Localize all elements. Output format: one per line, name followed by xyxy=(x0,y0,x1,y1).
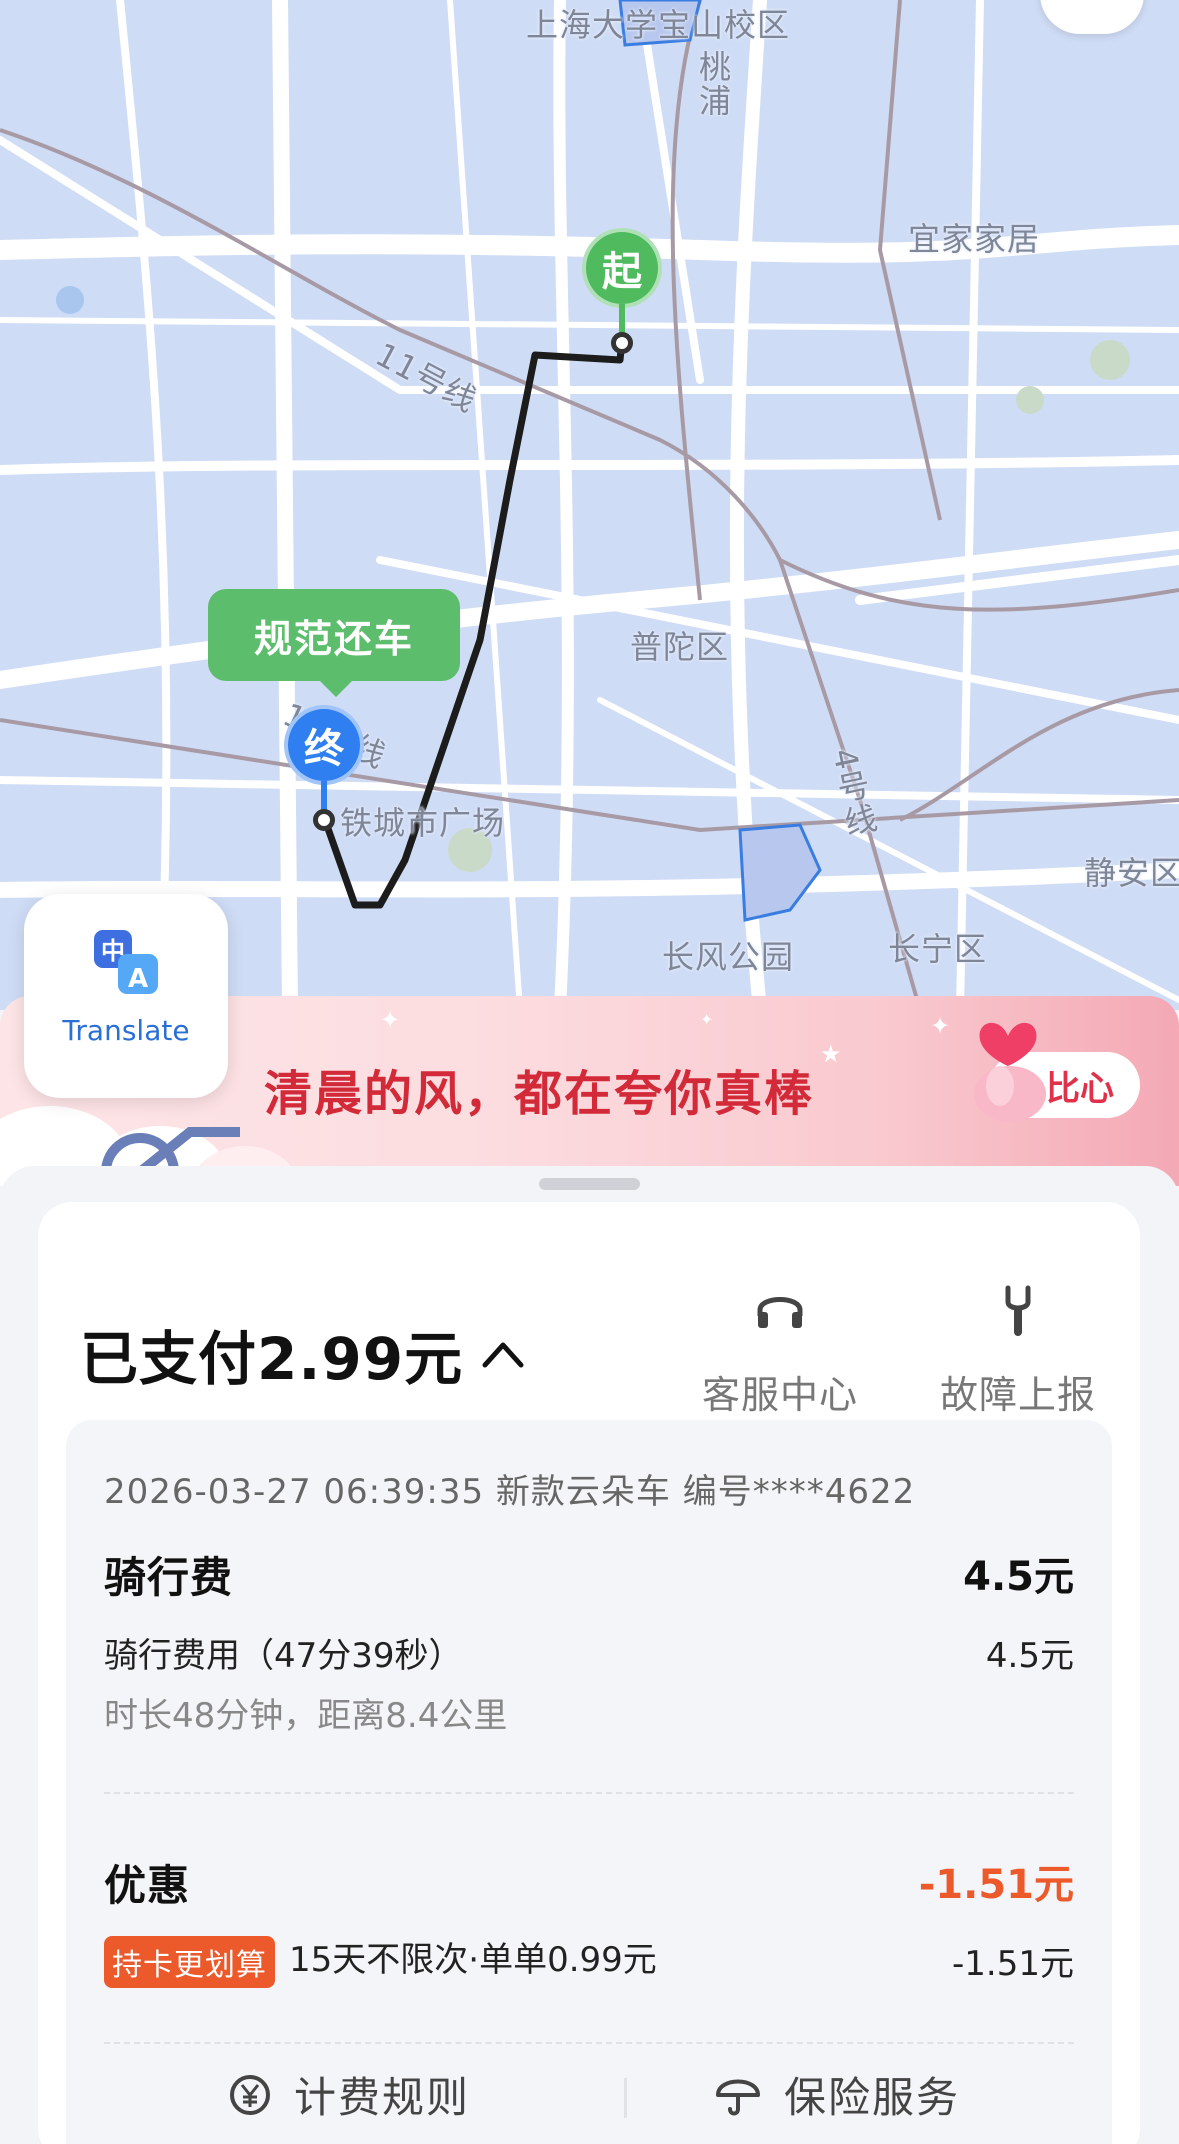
translate-icon: 中 A xyxy=(94,930,158,994)
customer-service-label: 客服中心 xyxy=(701,1373,858,1417)
link-separator xyxy=(624,2078,627,2118)
yuan-circle-icon xyxy=(230,2074,270,2115)
map-label-jingan: 静安区 xyxy=(1084,854,1179,892)
map-label-yijia: 宜家家居 xyxy=(908,220,1041,258)
translate-button[interactable]: 中 A Translate xyxy=(24,894,228,1098)
headset-icon xyxy=(757,1297,803,1328)
return-tag: 规范还车 xyxy=(208,589,460,697)
drag-handle[interactable] xyxy=(539,1178,640,1190)
order-card: 已支付2.99元 客服中心 故障上报 2026-03-27 06:39:35 新… xyxy=(38,1202,1140,2144)
discount-amount: -1.51元 xyxy=(918,1862,1074,1908)
ride-fee-item-label: 骑行费用（47分39秒） xyxy=(104,1636,463,1676)
map-label-taopu: 桃浦 xyxy=(694,50,732,118)
discount-item-value: -1.51元 xyxy=(952,1944,1074,1984)
customer-service-button[interactable]: 客服中心 xyxy=(690,1280,870,1419)
route-map[interactable]: 上海大学宝山校区 桃浦 宜家家居 11号线 普陀区 13号线 铁城市广场 4号线… xyxy=(0,0,1179,1010)
ride-fee-amount: 4.5元 xyxy=(963,1554,1074,1600)
chevron-up-icon xyxy=(482,1342,524,1368)
map-label-campus: 上海大学宝山校区 xyxy=(526,6,791,44)
ride-fee-item-value: 4.5元 xyxy=(985,1636,1074,1676)
translate-label: Translate xyxy=(62,1014,190,1047)
bottom-sheet: 已支付2.99元 客服中心 故障上报 2026-03-27 06:39:35 新… xyxy=(0,1166,1179,2144)
map-roads xyxy=(0,0,1179,1010)
insurance-link[interactable]: 保险服务 xyxy=(714,2064,960,2125)
end-pin: 终 xyxy=(284,705,364,831)
umbrella-icon xyxy=(716,2079,760,2115)
wrench-icon xyxy=(1005,1285,1031,1336)
card-badge: 持卡更划算 xyxy=(104,1935,275,1988)
discount-item: 持卡更划算 15天不限次·单单0.99元 xyxy=(104,1932,657,1988)
translate-icon-a: A xyxy=(128,964,148,994)
divider xyxy=(104,1792,1074,1794)
heart-button-label: 比心 xyxy=(1046,1068,1114,1109)
start-pin-label: 起 xyxy=(582,228,662,308)
discount-title: 优惠 xyxy=(104,1861,191,1910)
ride-duration-distance: 时长48分钟，距离8.4公里 xyxy=(104,1696,508,1736)
paid-toggle[interactable]: 已支付2.99元 xyxy=(80,1312,525,1396)
pricing-rules-label: 计费规则 xyxy=(294,2073,471,2122)
pricing-rules-link[interactable]: 计费规则 xyxy=(228,2064,470,2125)
start-pin: 起 xyxy=(582,228,662,354)
map-label-putuo: 普陀区 xyxy=(630,628,730,666)
map-label-changning: 长宁区 xyxy=(888,930,988,968)
insurance-label: 保险服务 xyxy=(784,2073,961,2122)
divider xyxy=(104,2042,1074,2044)
fault-report-label: 故障上报 xyxy=(939,1373,1096,1417)
fee-detail-panel: 2026-03-27 06:39:35 新款云朵车 编号****4622 骑行费… xyxy=(66,1420,1112,2144)
banner-slogan: 清晨的风，都在夸你真棒 xyxy=(264,1066,815,1122)
heart-hand-icon xyxy=(974,1022,1046,1122)
ride-meta: 2026-03-27 06:39:35 新款云朵车 编号****4622 xyxy=(104,1472,916,1512)
map-label-changfeng: 长风公园 xyxy=(662,938,795,976)
map-label-tiecheng: 铁城市广场 xyxy=(340,804,506,842)
end-pin-label: 终 xyxy=(284,705,364,785)
fault-report-button[interactable]: 故障上报 xyxy=(928,1280,1108,1419)
translate-icon-zh: 中 xyxy=(101,937,125,965)
discount-item-label: 15天不限次·单单0.99元 xyxy=(289,1940,657,1980)
paid-amount: 已支付2.99元 xyxy=(80,1325,464,1393)
ride-fee-title: 骑行费 xyxy=(104,1553,234,1602)
